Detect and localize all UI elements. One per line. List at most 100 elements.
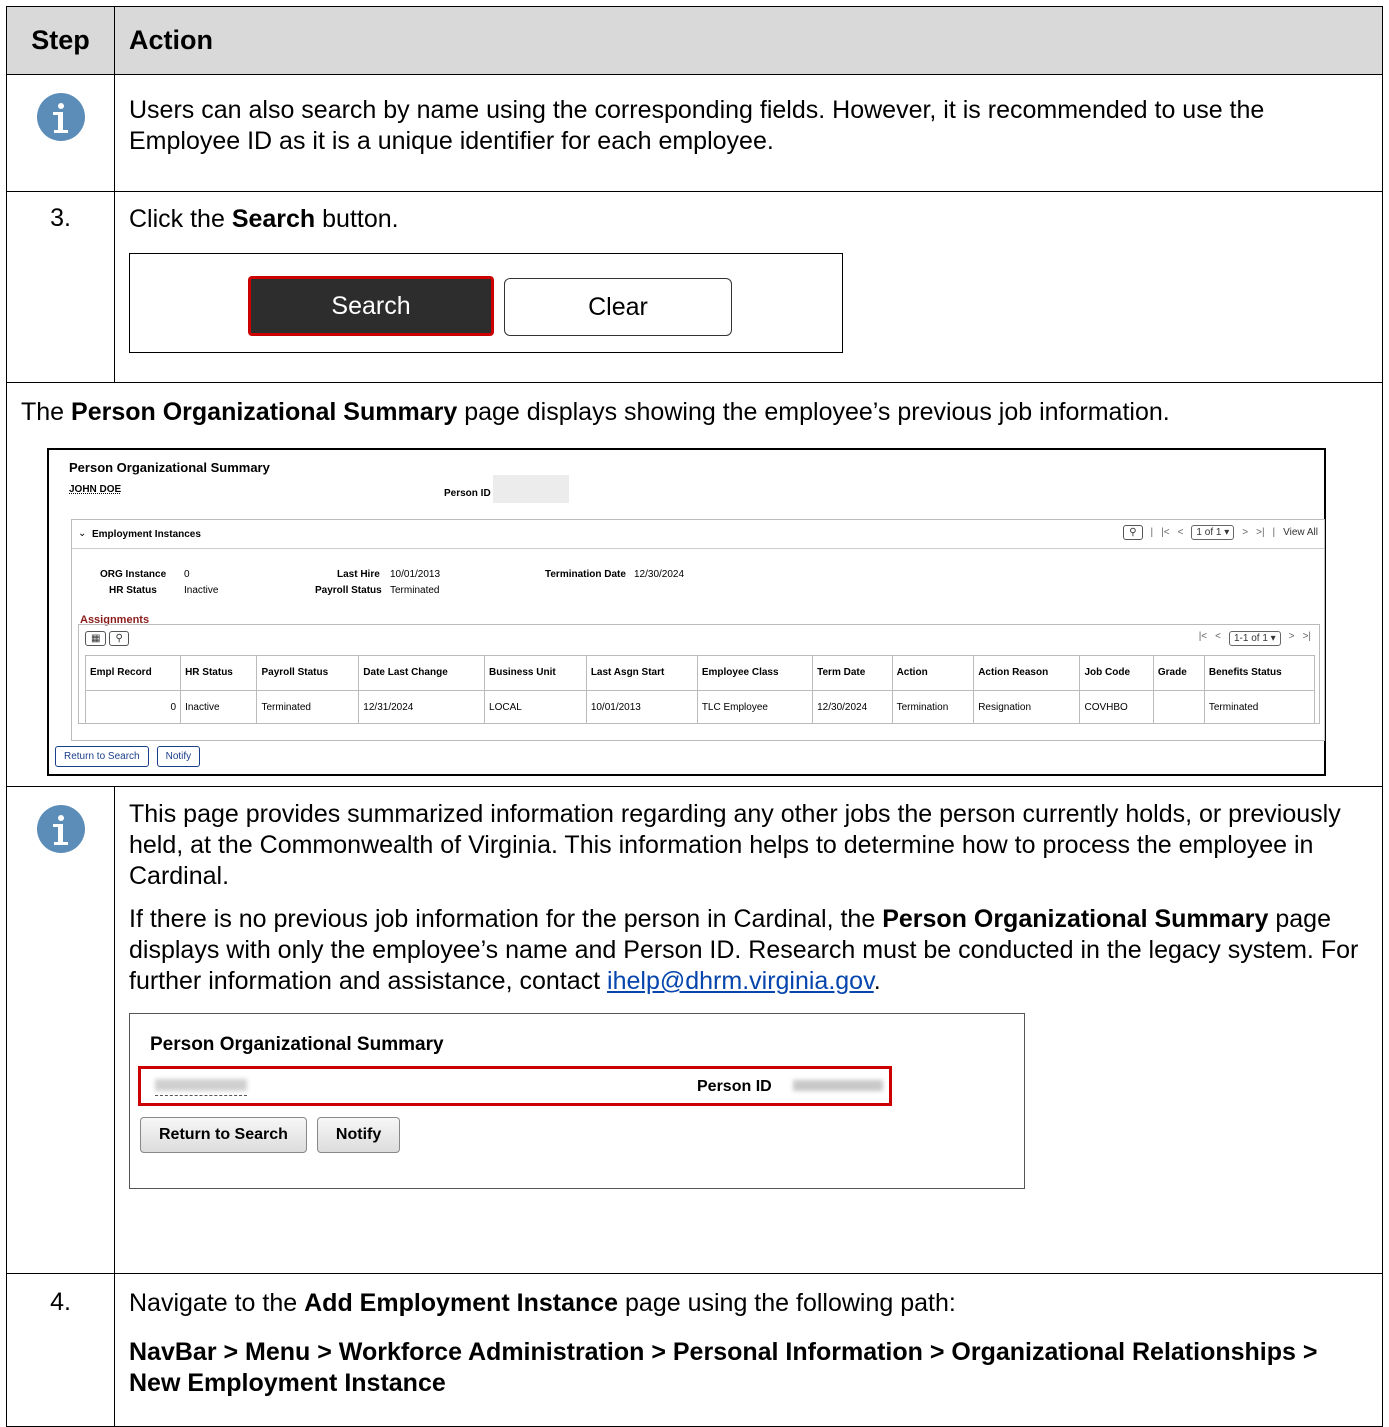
column-header: Job Code — [1079, 655, 1154, 691]
info-icon — [36, 805, 85, 853]
page-selector[interactable]: 1 of 1 ▾ — [1191, 525, 1235, 540]
search-icon[interactable]: ⚲ — [1123, 525, 1143, 540]
table-cell: Terminated — [256, 690, 360, 724]
email-link[interactable]: ihelp@dhrm.virginia.gov — [607, 967, 874, 995]
assignments-table: Empl Record HR Status Payroll Status Dat… — [84, 655, 1316, 724]
table-cell: Termination — [891, 690, 975, 724]
column-header: Last Asgn Start — [585, 655, 698, 691]
org-instance-label: ORG Instance — [100, 569, 167, 580]
instruction: Navigate to the Add Employment Instance … — [129, 1289, 956, 1317]
previous-page-icon[interactable]: < — [1215, 631, 1221, 646]
info-row: This page provides summarized informatio… — [7, 787, 1382, 1274]
empty-summary-screenshot: Person Organizational Summary Person ID … — [129, 1013, 1025, 1189]
column-header: Grade — [1152, 655, 1205, 691]
step-cell: 3. — [7, 192, 115, 382]
employee-name-link[interactable]: JOHN DOE — [69, 484, 121, 495]
grid-toolbar: ▦ ⚲ — [85, 631, 129, 646]
table-cell: Terminated — [1203, 690, 1316, 724]
page-buttons: Return to Search Notify — [55, 746, 201, 767]
column-header: Business Unit — [484, 655, 587, 691]
search-icon[interactable]: ⚲ — [109, 631, 129, 646]
step-number: 4. — [50, 1288, 71, 1316]
last-page-icon[interactable]: >| — [1303, 631, 1311, 646]
page-title: Person Organizational Summary — [69, 460, 270, 475]
page-buttons: Return to Search Notify — [140, 1117, 401, 1153]
column-header: Empl Record — [84, 655, 182, 691]
payroll-status-label: Payroll Status — [315, 585, 382, 596]
chevron-down-icon[interactable]: ⌄ — [78, 528, 86, 539]
step-cell — [7, 75, 115, 191]
table-header-row: Empl Record HR Status Payroll Status Dat… — [84, 655, 1316, 691]
summary-text: The Person Organizational Summary page d… — [21, 398, 1170, 426]
notify-button[interactable]: Notify — [316, 1117, 401, 1153]
person-org-summary-screenshot: Person Organizational Summary JOHN DOE P… — [47, 448, 1326, 776]
previous-page-icon[interactable]: < — [1178, 527, 1184, 538]
step-row: 4. Navigate to the Add Employment Instan… — [7, 1274, 1382, 1426]
procedure-table: Step Action Users can also search by nam… — [6, 6, 1383, 1427]
action-column-header: Action — [129, 25, 213, 55]
last-hire-label: Last Hire — [337, 569, 380, 580]
summary-row: The Person Organizational Summary page d… — [7, 383, 1382, 787]
first-page-icon[interactable]: |< — [1199, 631, 1207, 646]
table-header: Step Action — [7, 7, 1382, 75]
table-cell: Resignation — [973, 690, 1081, 724]
action-cell: Click the Search button. Search Clear — [115, 192, 1382, 382]
column-header: HR Status — [180, 655, 258, 691]
step-row: 3. Click the Search button. Search Clear — [7, 192, 1382, 383]
column-header: Benefits Status — [1203, 655, 1316, 691]
action-cell: This page provides summarized informatio… — [115, 787, 1382, 1273]
view-all-link[interactable]: View All — [1283, 527, 1318, 538]
notify-button[interactable]: Notify — [156, 746, 201, 767]
step-number: 3. — [50, 204, 71, 232]
column-header: Date Last Change — [358, 655, 486, 691]
employee-name-blurred — [155, 1079, 247, 1091]
table-row: 0 Inactive Terminated 12/31/2024 LOCAL 1… — [84, 690, 1316, 724]
panel-header: ⌄ Employment Instances ⚲ | |< < 1 of 1 ▾… — [72, 520, 1324, 549]
table-cell: 12/31/2024 — [358, 690, 486, 724]
instruction: Click the Search button. — [129, 205, 399, 233]
search-buttons-screenshot: Search Clear — [129, 253, 843, 353]
next-page-icon[interactable]: > — [1289, 631, 1295, 646]
hr-status-value: Inactive — [184, 585, 219, 596]
name-underline — [155, 1095, 247, 1096]
table-cell: Inactive — [180, 690, 258, 724]
column-header: Employee Class — [696, 655, 814, 691]
page-title: Person Organizational Summary — [150, 1034, 444, 1055]
assignments-grid: ▦ ⚲ |< < 1-1 of 1 ▾ > >| Empl Record HR … — [78, 624, 1320, 724]
employment-instances-panel: ⌄ Employment Instances ⚲ | |< < 1 of 1 ▾… — [71, 519, 1325, 741]
table-cell: 0 — [84, 690, 182, 724]
return-to-search-button[interactable]: Return to Search — [140, 1117, 307, 1153]
column-header: Payroll Status — [256, 655, 360, 691]
action-cell: Navigate to the Add Employment Instance … — [115, 1274, 1382, 1426]
termination-date-label: Termination Date — [545, 569, 626, 580]
column-header: Action Reason — [973, 655, 1081, 691]
next-page-icon[interactable]: > — [1242, 527, 1248, 538]
table-cell: 12/30/2024 — [812, 690, 893, 724]
table-cell — [1152, 690, 1205, 724]
personalize-icon[interactable]: ▦ — [85, 631, 107, 646]
grid-page-selector[interactable]: 1-1 of 1 ▾ — [1228, 631, 1281, 646]
hr-status-label: HR Status — [109, 585, 157, 596]
last-hire-value: 10/01/2013 — [390, 569, 441, 580]
table-cell: 10/01/2013 — [585, 690, 698, 724]
person-id-label: Person ID — [697, 1078, 772, 1095]
person-id-value-blurred — [793, 1080, 883, 1091]
return-to-search-button[interactable]: Return to Search — [55, 746, 149, 767]
search-button[interactable]: Search — [248, 276, 494, 336]
info-row: Users can also search by name using the … — [7, 75, 1382, 192]
payroll-status-value: Terminated — [390, 585, 440, 596]
person-id-label: Person ID — [444, 488, 491, 499]
highlight-box: Person ID — [138, 1066, 892, 1106]
last-page-icon[interactable]: >| — [1256, 527, 1264, 538]
info-paragraph: If there is no previous job information … — [129, 905, 1359, 995]
separator: | — [1150, 527, 1154, 538]
termination-date-value: 12/30/2024 — [634, 569, 685, 580]
navigation-path: NavBar > Menu > Workforce Administration… — [129, 1338, 1318, 1397]
first-page-icon[interactable]: |< — [1161, 527, 1169, 538]
table-cell: LOCAL — [484, 690, 587, 724]
clear-button[interactable]: Clear — [504, 278, 732, 336]
info-icon — [36, 93, 85, 141]
step-column-header: Step — [7, 7, 115, 74]
table-cell: TLC Employee — [696, 690, 814, 724]
panel-navigation: ⚲ | |< < 1 of 1 ▾ > >| | View All — [1123, 525, 1318, 540]
